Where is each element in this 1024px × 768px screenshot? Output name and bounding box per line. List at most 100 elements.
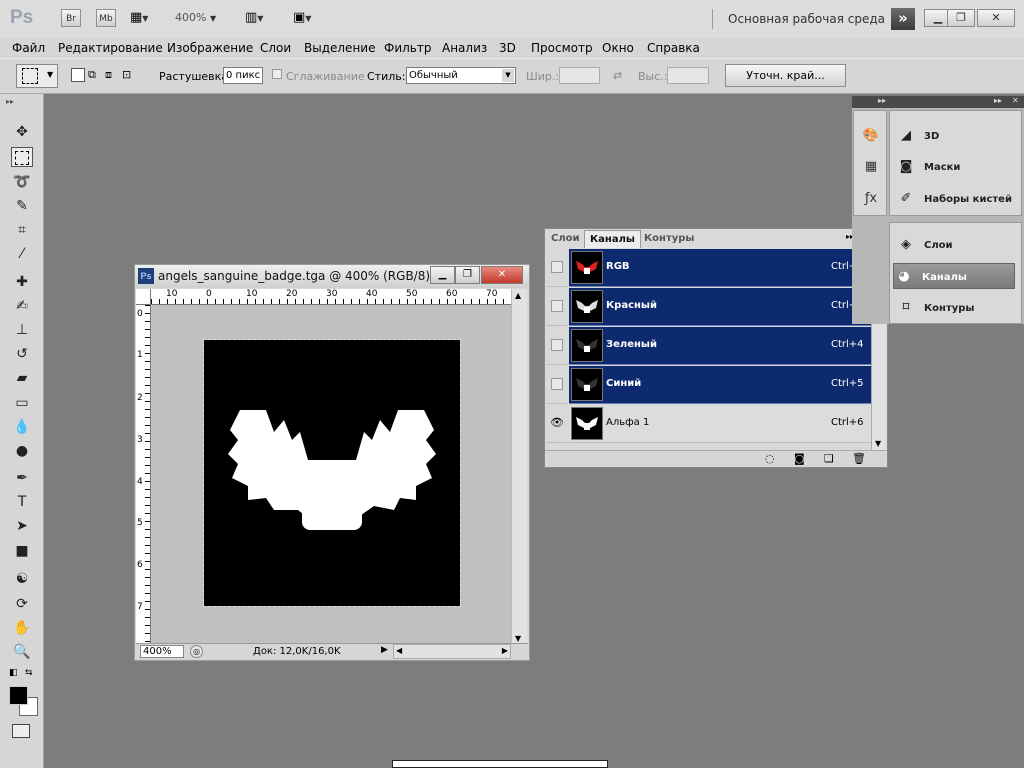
add-to-selection-icon[interactable]: ⧉ — [88, 68, 102, 82]
restore-button[interactable]: ❐ — [947, 9, 975, 27]
3d-rotate-tool-icon[interactable]: ☯ — [11, 569, 33, 589]
channel-visibility-toggle[interactable] — [547, 327, 567, 365]
style-select[interactable]: Обычный ▼ — [406, 67, 516, 84]
dock-item-layers[interactable]: ◈ Слои — [896, 232, 1016, 258]
channel-visibility-toggle[interactable] — [547, 366, 567, 404]
zoom-field[interactable]: 400% — [140, 645, 184, 658]
dock-item-paths[interactable]: ⌑ Контуры — [896, 295, 1016, 321]
screen-mode-dropdown[interactable]: ▣▼ — [293, 10, 311, 25]
swap-colors-icon[interactable]: ⇆ — [25, 668, 33, 678]
feather-input[interactable]: 0 пикс — [223, 67, 263, 84]
eraser-tool-icon[interactable]: ▰ — [11, 368, 33, 388]
workspace-switcher[interactable]: Основная рабочая среда — [728, 12, 885, 26]
new-selection-icon[interactable] — [71, 68, 85, 82]
pen-tool-icon[interactable]: ✒ — [11, 468, 33, 488]
dock-item-masks[interactable]: ◙ Маски — [896, 154, 1016, 180]
zoom-tool-icon[interactable]: 🔍 — [11, 642, 33, 662]
hand-tool-icon[interactable]: ✋ — [11, 618, 33, 638]
scroll-down-icon[interactable]: ▼ — [875, 439, 881, 448]
3d-orbit-tool-icon[interactable]: ⟳ — [11, 594, 33, 614]
intersect-selection-icon[interactable]: ⊡ — [122, 68, 136, 82]
color-palette-icon[interactable]: 🎨 — [862, 128, 880, 146]
dodge-tool-icon[interactable]: ● — [11, 441, 33, 461]
menu-3d[interactable]: 3D — [499, 41, 516, 55]
tab-paths[interactable]: Контуры — [639, 230, 699, 247]
image-canvas[interactable] — [203, 339, 461, 607]
menu-analysis[interactable]: Анализ — [442, 41, 487, 55]
scroll-right-icon[interactable]: ▶ — [502, 646, 508, 655]
bridge-button[interactable]: Br — [61, 9, 81, 27]
lasso-tool-icon[interactable]: ➰ — [11, 172, 33, 192]
channel-row-blue[interactable]: Синий Ctrl+5 — [569, 366, 871, 404]
path-selection-tool-icon[interactable]: ➤ — [11, 516, 33, 536]
dock-item-3d[interactable]: ◢ 3D — [896, 123, 1016, 149]
tab-layers[interactable]: Слои — [546, 230, 585, 247]
expand-dock-icon[interactable]: ▸▸ — [994, 96, 1002, 105]
new-channel-icon[interactable]: ❏ — [824, 452, 834, 465]
status-info-icon[interactable]: ◎ — [190, 645, 203, 658]
menu-edit[interactable]: Редактирование — [58, 41, 163, 55]
zoom-level-dropdown[interactable]: 400% ▼ — [175, 11, 216, 24]
menu-help[interactable]: Справка — [647, 41, 700, 55]
menu-image[interactable]: Изображение — [167, 41, 253, 55]
styles-fx-icon[interactable]: ƒx — [862, 191, 880, 209]
dock-item-channels[interactable]: ◕ Каналы — [893, 263, 1015, 289]
channel-row-alpha[interactable]: Альфа 1 Ctrl+6 — [569, 405, 871, 443]
dock-item-brush-presets[interactable]: ✐ Наборы кистей — [896, 186, 1016, 212]
swatches-grid-icon[interactable]: ▦ — [862, 159, 880, 177]
crop-tool-icon[interactable]: ⌗ — [11, 220, 33, 240]
move-tool-icon[interactable]: ✥ — [11, 122, 33, 142]
status-menu-arrow-icon[interactable]: ▶ — [381, 645, 388, 655]
document-minimize-button[interactable]: ▁ — [430, 266, 455, 284]
tool-preset-picker[interactable]: ▼ — [16, 64, 58, 88]
quick-mask-icon[interactable] — [12, 724, 30, 738]
blur-tool-icon[interactable]: 💧 — [11, 417, 33, 437]
scroll-left-icon[interactable]: ◀ — [396, 646, 402, 655]
menu-filter[interactable]: Фильтр — [384, 41, 431, 55]
history-brush-tool-icon[interactable]: ↺ — [11, 344, 33, 364]
antialias-checkbox[interactable] — [272, 69, 282, 79]
shape-tool-icon[interactable]: ■ — [11, 541, 33, 561]
eyedropper-tool-icon[interactable]: ⁄ — [11, 244, 33, 264]
save-selection-icon[interactable]: ◙ — [794, 452, 805, 465]
ruler-origin[interactable] — [136, 289, 151, 305]
collapse-tools-icon[interactable]: ▸▸ — [6, 97, 14, 106]
subtract-selection-icon[interactable]: ⧈ — [105, 68, 119, 82]
close-button[interactable]: ✕ — [977, 9, 1015, 27]
tab-channels[interactable]: Каналы — [584, 230, 641, 248]
menu-file[interactable]: Файл — [12, 41, 45, 55]
refine-edge-button[interactable]: Уточн. край... — [725, 64, 846, 87]
gradient-tool-icon[interactable]: ▭ — [11, 393, 33, 413]
scroll-down-icon[interactable]: ▼ — [515, 634, 521, 643]
channel-row-red[interactable]: Красный Ctrl+3 — [569, 288, 871, 326]
channel-visibility-toggle[interactable] — [547, 288, 567, 326]
menu-window[interactable]: Окно — [602, 41, 634, 55]
load-selection-icon[interactable]: ◌ — [765, 452, 775, 465]
arrange-documents-dropdown[interactable]: ▥▼ — [245, 10, 263, 25]
menu-view[interactable]: Просмотр — [531, 41, 593, 55]
type-tool-icon[interactable]: T — [11, 492, 33, 512]
document-restore-button[interactable]: ❐ — [455, 266, 480, 284]
default-colors-icon[interactable]: ◧ — [9, 668, 18, 678]
expand-workspaces-button[interactable]: » — [891, 8, 915, 30]
clone-stamp-tool-icon[interactable]: ⊥ — [11, 320, 33, 340]
swap-dimensions-icon[interactable]: ⇄ — [613, 69, 622, 82]
marquee-tool-icon[interactable] — [11, 147, 33, 167]
delete-channel-icon[interactable]: 🗑 — [852, 452, 866, 465]
menu-select[interactable]: Выделение — [304, 41, 375, 55]
minibridge-button[interactable]: Mb — [96, 9, 116, 27]
quick-selection-tool-icon[interactable]: ✎ — [11, 196, 33, 216]
healing-brush-tool-icon[interactable]: ✚ — [11, 272, 33, 292]
collapse-dock-icon[interactable]: ▸▸ — [878, 96, 886, 105]
foreground-color-swatch[interactable] — [9, 686, 28, 705]
channel-visibility-toggle[interactable] — [547, 249, 567, 287]
scroll-up-icon[interactable]: ▲ — [515, 291, 521, 300]
brush-tool-icon[interactable]: ✍ — [11, 296, 33, 316]
channel-visibility-toggle[interactable]: 👁 — [547, 405, 567, 443]
channel-row-green[interactable]: Зеленый Ctrl+4 — [569, 327, 871, 365]
channel-row-rgb[interactable]: RGB Ctrl+2 — [569, 249, 871, 287]
document-horizontal-scrollbar[interactable]: ◀ ▶ — [393, 644, 511, 659]
document-close-button[interactable]: ✕ — [481, 266, 523, 284]
close-dock-icon[interactable]: ✕ — [1012, 96, 1019, 105]
width-input[interactable] — [559, 67, 600, 84]
